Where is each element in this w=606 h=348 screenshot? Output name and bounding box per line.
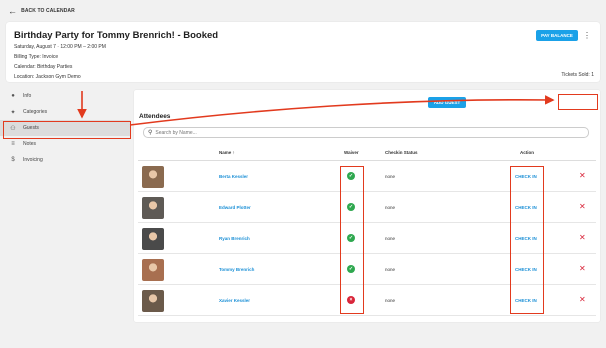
back-to-calendar-link[interactable]: ← BACK TO CALENDAR (0, 0, 606, 22)
column-header-name-label: Name (219, 150, 232, 155)
avatar (142, 290, 164, 312)
billing-type: Billing Type: Invoice (14, 54, 59, 60)
info-icon: ● (11, 93, 15, 99)
back-to-calendar-label: BACK TO CALENDAR (21, 8, 75, 14)
avatar (142, 166, 164, 188)
sidebar-item-info[interactable]: ● Info (0, 88, 130, 104)
sidebar-item-label: Invoicing (23, 157, 43, 163)
sidebar-item-label: Notes (23, 141, 37, 147)
avatar (142, 197, 164, 219)
annotation-guests-box (3, 121, 131, 139)
sidebar-item-label: Info (23, 93, 32, 99)
remove-guest-icon[interactable]: ✕ (579, 171, 586, 180)
sidebar-item-invoicing[interactable]: $ Invoicing (0, 152, 130, 168)
remove-guest-icon[interactable]: ✕ (579, 233, 586, 242)
calendar-name: Calendar: Birthday Parties (14, 64, 73, 70)
annotation-add-guest-box (558, 94, 598, 110)
search-field[interactable]: ⚲ (143, 127, 589, 138)
annotation-action-box (510, 166, 544, 314)
arrow-left-icon: ← (8, 6, 18, 16)
guest-name-link[interactable]: Berta Kessler (219, 174, 248, 179)
tickets-sold: Tickets Sold: 1 (561, 72, 594, 78)
dollar-icon: $ (11, 157, 15, 163)
checkin-status: none (385, 205, 396, 210)
remove-guest-icon[interactable]: ✕ (579, 264, 586, 273)
avatar (142, 259, 164, 281)
column-header-status: Checkin Status (385, 150, 418, 155)
sidebar-item-categories[interactable]: ✦ Categories (0, 104, 130, 120)
add-guest-button[interactable]: ADD GUEST (428, 97, 466, 108)
guest-name-link[interactable]: Edward Plotter (219, 205, 251, 210)
column-header-action: Action (520, 150, 534, 155)
guest-name-link[interactable]: Xavier Kessler (219, 298, 250, 303)
search-input[interactable] (155, 129, 556, 136)
checkin-status: none (385, 236, 396, 241)
remove-guest-icon[interactable]: ✕ (579, 202, 586, 211)
search-icon: ⚲ (148, 130, 153, 136)
pay-balance-button[interactable]: PAY BALANCE (536, 30, 578, 41)
event-header-card: Birthday Party for Tommy Brenrich! - Boo… (6, 22, 600, 82)
guest-name-link[interactable]: Tommy Brenrich (219, 267, 254, 272)
notes-icon: ≡ (11, 141, 15, 147)
checkin-status: none (385, 298, 396, 303)
page-title: Birthday Party for Tommy Brenrich! - Boo… (14, 30, 219, 41)
column-header-name[interactable]: Name ↑ (219, 150, 235, 155)
more-options-icon[interactable]: ⋮ (583, 30, 591, 41)
attendees-title: Attendees (139, 113, 171, 120)
location-name: Location: Jackson Gym Demo (14, 74, 81, 80)
checkin-status: none (385, 174, 396, 179)
table-header: Name ↑ Waiver Checkin Status Action (138, 145, 596, 161)
sidebar-item-label: Categories (23, 109, 48, 115)
person-icon: ✦ (10, 109, 16, 116)
column-header-waiver: Waiver (344, 150, 359, 155)
event-date: Saturday, August 7 · 12:00 PM – 2:00 PM (14, 44, 106, 50)
checkin-status: none (385, 267, 396, 272)
guest-name-link[interactable]: Ryan Brenrich (219, 236, 250, 241)
annotation-waiver-box (340, 166, 364, 314)
remove-guest-icon[interactable]: ✕ (579, 295, 586, 304)
avatar (142, 228, 164, 250)
